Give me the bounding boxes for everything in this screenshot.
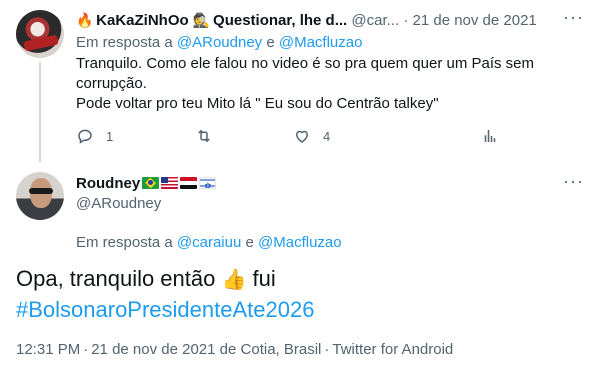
avatar-sunglasses [29,188,53,194]
like-count: 4 [323,128,331,144]
reply-conjunction: e [245,234,254,251]
thread-connector-line [39,62,41,162]
like-button[interactable]: 4 [293,126,330,146]
tweet-text: Opa, tranquilo então 👍 fui #BolsonaroPre… [16,264,586,325]
reply-count: 1 [106,128,114,144]
display-name[interactable]: KaKaZiNhOo [96,12,189,29]
analytics-icon [484,130,496,142]
reply-button[interactable]: 1 [76,126,113,146]
display-name-row: Roudney [76,174,217,194]
tweet-text-line-1: Tranquilo. Como ele falou no video é so … [76,55,535,92]
display-name-suffix[interactable]: Questionar, lhe d... [213,12,347,29]
like-icon [295,130,309,143]
hashtag-link[interactable]: #BolsonaroPresidenteAte2026 [16,297,314,322]
reply-icon [78,129,92,144]
reply-conjunction: e [266,34,275,51]
avatar-scarf [23,34,59,52]
more-icon[interactable]: ··· [563,172,583,194]
analytics-button[interactable] [481,126,499,146]
tweet-text-line-2: Pode voltar pro teu Mito lá " Eu sou do … [76,95,439,112]
tweet-focused: Roudney @ARoudney ··· Em resposta a @car… [0,162,600,367]
egypt-flag-icon [180,177,198,189]
tweet-text: Tranquilo. Como ele falou no video é so … [76,54,576,114]
separator-dot: · [83,341,89,358]
retweet-icon [198,129,210,143]
reply-prefix: Em resposta a [76,234,173,251]
usa-flag-icon [161,177,179,189]
reply-user-link-1[interactable]: @caraiuu [177,234,241,251]
tweet-text-main: Opa, tranquilo então [16,266,216,291]
tweet-text-after-emoji: fui [252,266,276,291]
tweet-client[interactable]: Twitter for Android [332,341,453,358]
separator-dot: · [324,341,330,358]
tweet-metadata: 12:31 PM · 21 de nov de 2021 de Cotia, Bra… [16,340,453,360]
reply-context: Em resposta a @caraiuu e @Macfluzao [76,233,342,253]
brazil-flag-icon [142,177,160,189]
separator-dot: · [403,12,409,29]
reply-user-link-2[interactable]: @Macfluzao [258,234,342,251]
tweet-text-line-1: Opa, tranquilo então 👍 fui [16,264,586,295]
spy-emoji-icon: 🕵 [192,12,211,28]
reply-user-link-1[interactable]: @ARoudney [177,34,262,51]
display-name[interactable]: Roudney [76,175,140,192]
retweet-button[interactable] [195,126,213,146]
thumbs-up-emoji-icon: 👍 [221,269,247,291]
reply-context: Em resposta a @ARoudney e @Macfluzao [76,33,362,53]
action-bar: 1 4 [76,126,546,146]
reply-prefix: Em resposta a [76,34,173,51]
more-icon[interactable]: ··· [563,8,583,30]
israel-flag-icon [199,177,217,189]
avatar[interactable] [16,10,64,58]
user-handle[interactable]: @car... [351,12,399,29]
user-handle[interactable]: @ARoudney [76,194,161,214]
tweet-parent[interactable]: 🔥 KaKaZiNhOo 🕵 Questionar, lhe d... @car… [0,0,600,162]
tweet-header: 🔥 KaKaZiNhOo 🕵 Questionar, lhe d... @car… [76,10,586,30]
fire-emoji-icon: 🔥 [76,12,94,28]
avatar[interactable] [16,172,64,220]
reply-user-link-2[interactable]: @Macfluzao [279,34,363,51]
tweet-date-location[interactable]: 21 de nov de 2021 de Cotia, Brasil [91,341,321,358]
tweet-date[interactable]: 21 de nov de 2021 [413,12,537,29]
tweet-time[interactable]: 12:31 PM [16,341,80,358]
